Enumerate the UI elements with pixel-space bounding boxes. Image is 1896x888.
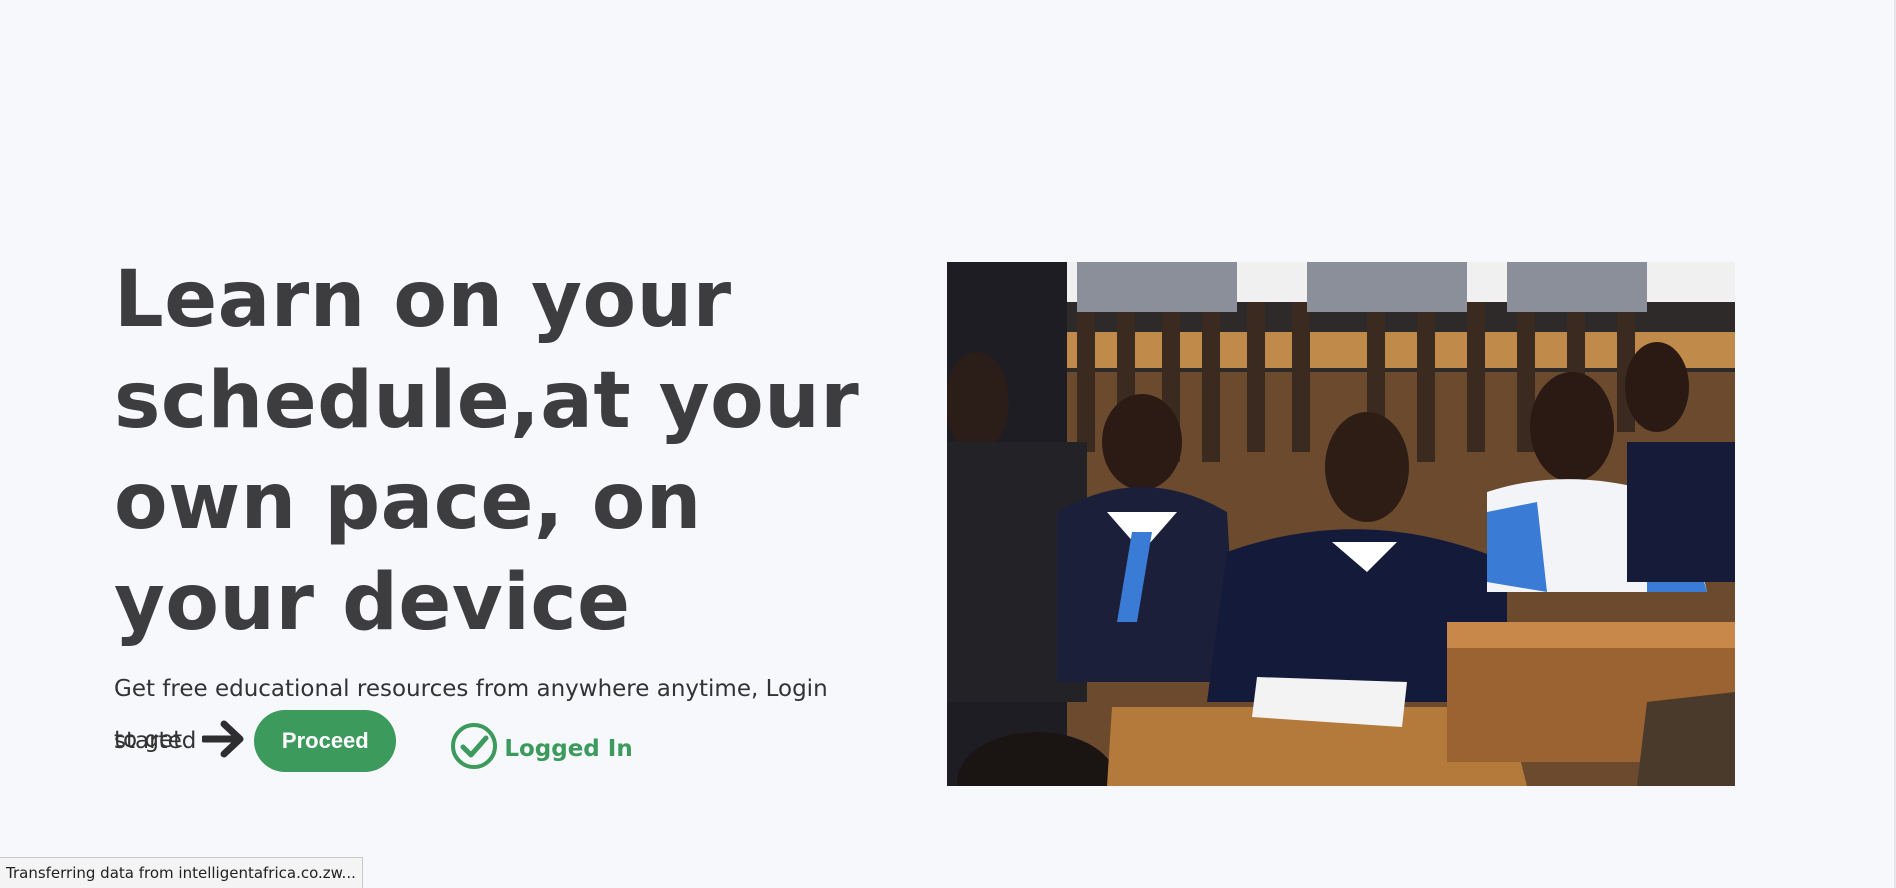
cta-row: started Proceed Logged In [114,706,633,776]
started-text: started [114,728,197,754]
logged-in-label: Logged In [504,736,633,762]
logged-in-status: Logged In [450,722,633,776]
proceed-button[interactable]: Proceed [254,710,397,772]
browser-status-bar: Transferring data from intelligentafrica… [0,857,363,888]
check-circle-icon [450,722,498,776]
arrow-right-icon [200,719,246,763]
hero-heading: Learn on your schedule,at your own pace,… [114,255,860,648]
classroom-photo [947,262,1735,786]
